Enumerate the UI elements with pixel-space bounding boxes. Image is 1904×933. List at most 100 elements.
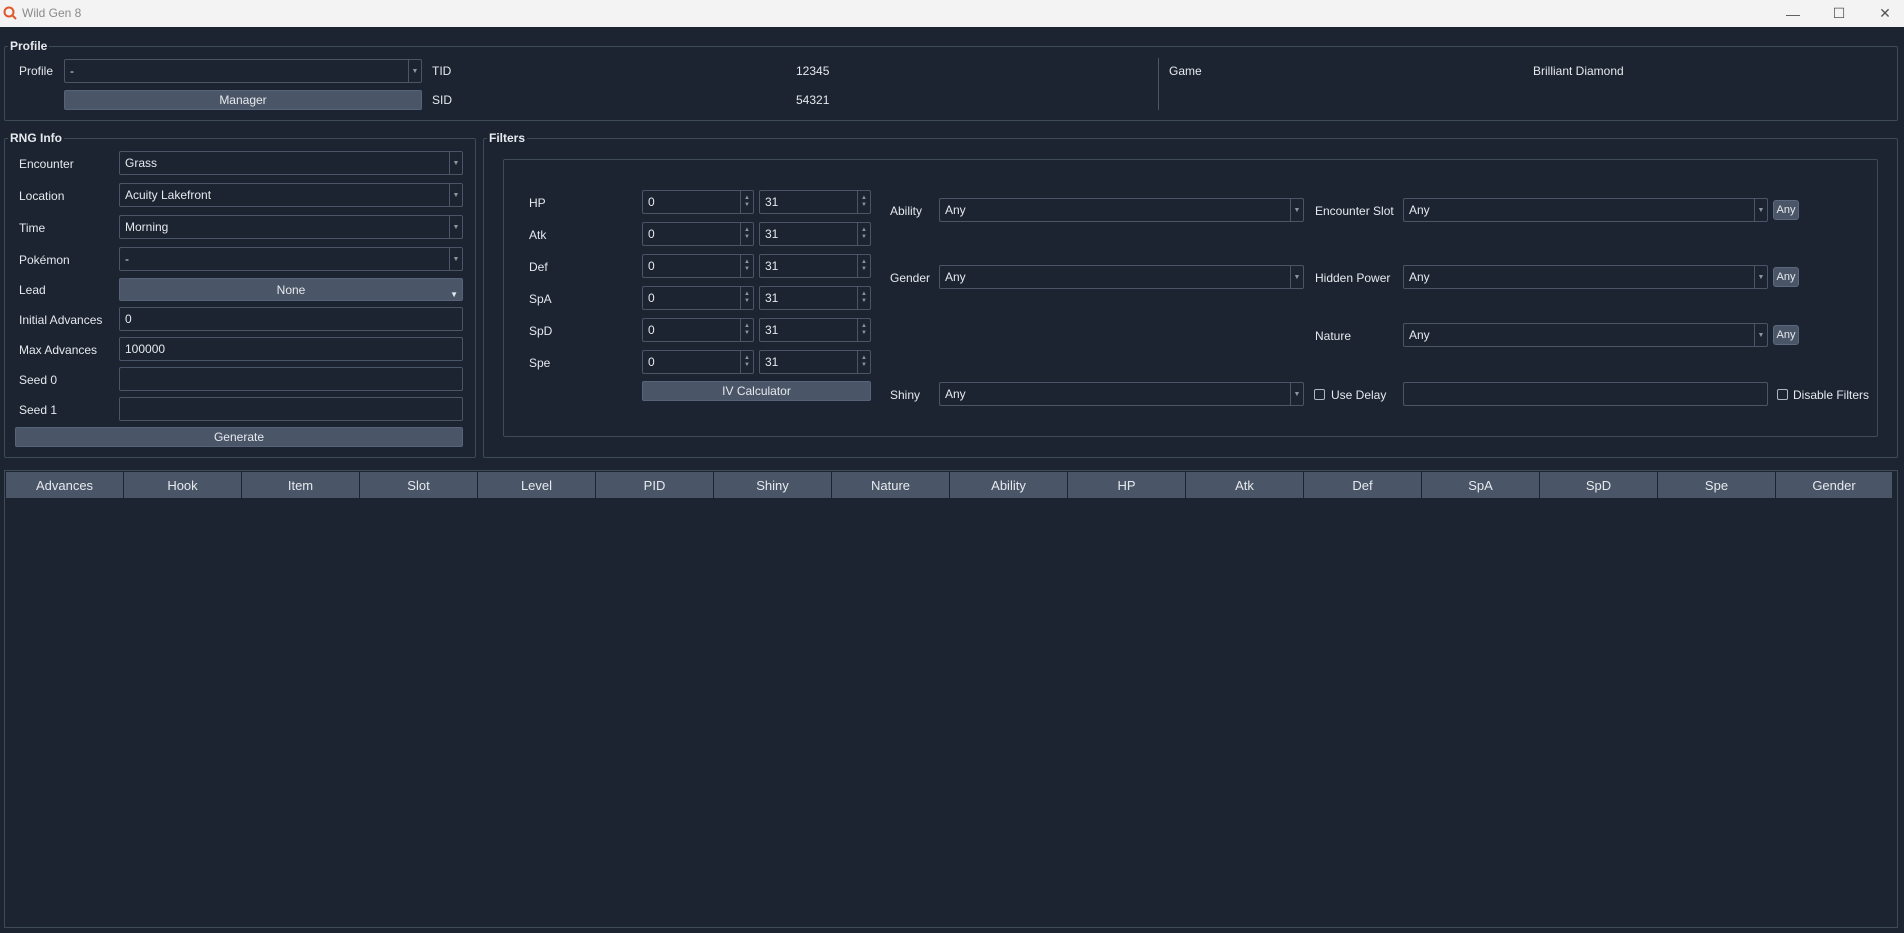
location-select[interactable]: Acuity Lakefront ▼: [119, 183, 463, 207]
column-header-spe[interactable]: Spe: [1658, 472, 1776, 498]
delay-input[interactable]: [1403, 382, 1768, 406]
gender-select[interactable]: Any ▼: [939, 265, 1304, 289]
column-header-hook[interactable]: Hook: [124, 472, 242, 498]
column-header-atk[interactable]: Atk: [1186, 472, 1304, 498]
profile-divider: [1158, 58, 1159, 110]
time-select-value: Morning: [125, 220, 169, 234]
column-header-advances[interactable]: Advances: [6, 472, 124, 498]
gender-select-value: Any: [945, 270, 966, 284]
game-label: Game: [1169, 64, 1202, 78]
profile-select-value: -: [70, 64, 74, 78]
spin-arrows-icon[interactable]: ▲ ▼: [857, 351, 870, 373]
column-header-item[interactable]: Item: [242, 472, 360, 498]
spin-arrows-icon[interactable]: ▲ ▼: [740, 319, 753, 341]
encounter-slot-label: Encounter Slot: [1315, 204, 1394, 218]
lead-value: None: [276, 282, 306, 297]
iv-spe-min-spinbox[interactable]: 0 ▲ ▼: [642, 350, 754, 374]
gender-label: Gender: [890, 271, 931, 285]
encounter-slot-any-button[interactable]: Any: [1773, 200, 1799, 220]
rng-info-group-title: RNG Info: [8, 131, 64, 145]
iv-spd-min-spinbox[interactable]: 0 ▲ ▼: [642, 318, 754, 342]
sid-label: SID: [432, 93, 453, 107]
lead-label: Lead: [19, 283, 46, 297]
encounter-select[interactable]: Grass ▼: [119, 151, 463, 175]
results-table[interactable]: Advances Hook Item Slot Level PID Shiny Nature A…: [4, 470, 1898, 928]
lead-dropdown-button[interactable]: None ▼: [119, 278, 463, 301]
minimize-button[interactable]: —: [1770, 0, 1816, 27]
iv-def-label: Def: [529, 260, 548, 274]
spin-arrows-icon[interactable]: ▲ ▼: [857, 223, 870, 245]
column-header-pid[interactable]: PID: [596, 472, 714, 498]
encounter-slot-select[interactable]: Any ▼: [1403, 198, 1768, 222]
seed0-input[interactable]: [119, 367, 463, 391]
max-advances-input[interactable]: 100000: [119, 337, 463, 361]
generate-button[interactable]: Generate: [15, 427, 463, 447]
maximize-button[interactable]: ☐: [1816, 0, 1862, 27]
spin-arrows-icon[interactable]: ▲ ▼: [857, 287, 870, 309]
iv-spe-max-spinbox[interactable]: 31 ▲ ▼: [759, 350, 871, 374]
column-header-def[interactable]: Def: [1304, 472, 1422, 498]
spin-arrows-icon[interactable]: ▲ ▼: [740, 287, 753, 309]
spin-arrows-icon[interactable]: ▲ ▼: [740, 351, 753, 373]
seed0-label: Seed 0: [19, 373, 58, 387]
chevron-down-icon: ▼: [1754, 266, 1767, 288]
seed1-input[interactable]: [119, 397, 463, 421]
column-header-shiny[interactable]: Shiny: [714, 472, 832, 498]
iv-hp-min-spinbox[interactable]: 0 ▲ ▼: [642, 190, 754, 214]
spin-arrows-icon[interactable]: ▲ ▼: [857, 255, 870, 277]
game-value: Brilliant Diamond: [1533, 64, 1624, 78]
table-header: Advances Hook Item Slot Level PID Shiny Nature A…: [6, 472, 1893, 498]
iv-hp-label: HP: [529, 196, 546, 210]
spin-arrows-icon[interactable]: ▲ ▼: [740, 255, 753, 277]
nature-select[interactable]: Any ▼: [1403, 323, 1768, 347]
ability-select[interactable]: Any ▼: [939, 198, 1304, 222]
iv-def-max-spinbox[interactable]: 31 ▲ ▼: [759, 254, 871, 278]
iv-max-value: 31: [765, 355, 779, 369]
iv-def-min-spinbox[interactable]: 0 ▲ ▼: [642, 254, 754, 278]
iv-atk-min-spinbox[interactable]: 0 ▲ ▼: [642, 222, 754, 246]
column-header-gender[interactable]: Gender: [1776, 472, 1893, 498]
spin-arrows-icon[interactable]: ▲ ▼: [857, 319, 870, 341]
max-advances-label: Max Advances: [19, 343, 98, 357]
time-select[interactable]: Morning ▼: [119, 215, 463, 239]
hidden-power-select[interactable]: Any ▼: [1403, 265, 1768, 289]
iv-spa-min-spinbox[interactable]: 0 ▲ ▼: [642, 286, 754, 310]
ability-select-value: Any: [945, 203, 966, 217]
iv-spa-max-spinbox[interactable]: 31 ▲ ▼: [759, 286, 871, 310]
close-button[interactable]: ✕: [1862, 0, 1904, 27]
column-header-spa[interactable]: SpA: [1422, 472, 1540, 498]
shiny-label: Shiny: [890, 388, 921, 402]
hidden-power-any-button[interactable]: Any: [1773, 267, 1799, 287]
chevron-down-icon: ▼: [1754, 199, 1767, 221]
pokemon-select[interactable]: - ▼: [119, 247, 463, 271]
column-header-nature[interactable]: Nature: [832, 472, 950, 498]
spin-arrows-icon[interactable]: ▲ ▼: [740, 191, 753, 213]
spin-arrows-icon[interactable]: ▲ ▼: [857, 191, 870, 213]
iv-atk-max-spinbox[interactable]: 31 ▲ ▼: [759, 222, 871, 246]
column-header-level[interactable]: Level: [478, 472, 596, 498]
shiny-select[interactable]: Any ▼: [939, 382, 1304, 406]
encounter-label: Encounter: [19, 157, 74, 171]
iv-hp-max-spinbox[interactable]: 31 ▲ ▼: [759, 190, 871, 214]
hidden-power-select-value: Any: [1409, 270, 1430, 284]
iv-calculator-button[interactable]: IV Calculator: [642, 381, 871, 401]
column-header-ability[interactable]: Ability: [950, 472, 1068, 498]
iv-max-value: 31: [765, 195, 779, 209]
iv-spd-max-spinbox[interactable]: 31 ▲ ▼: [759, 318, 871, 342]
profile-select[interactable]: - ▼: [64, 59, 422, 83]
spin-arrows-icon[interactable]: ▲ ▼: [740, 223, 753, 245]
column-header-slot[interactable]: Slot: [360, 472, 478, 498]
sid-value: 54321: [796, 93, 830, 107]
use-delay-checkbox[interactable]: [1314, 389, 1325, 400]
initial-advances-input[interactable]: 0: [119, 307, 463, 331]
chevron-down-icon: ▼: [1290, 383, 1303, 405]
nature-any-button[interactable]: Any: [1773, 325, 1799, 345]
iv-max-value: 31: [765, 291, 779, 305]
chevron-down-icon: ▼: [1290, 266, 1303, 288]
disable-filters-checkbox[interactable]: [1777, 389, 1788, 400]
disable-filters-label: Disable Filters: [1793, 388, 1870, 402]
column-header-hp[interactable]: HP: [1068, 472, 1186, 498]
title-bar: Wild Gen 8 — ☐ ✕: [0, 0, 1904, 27]
column-header-spd[interactable]: SpD: [1540, 472, 1658, 498]
manager-button[interactable]: Manager: [64, 90, 422, 110]
